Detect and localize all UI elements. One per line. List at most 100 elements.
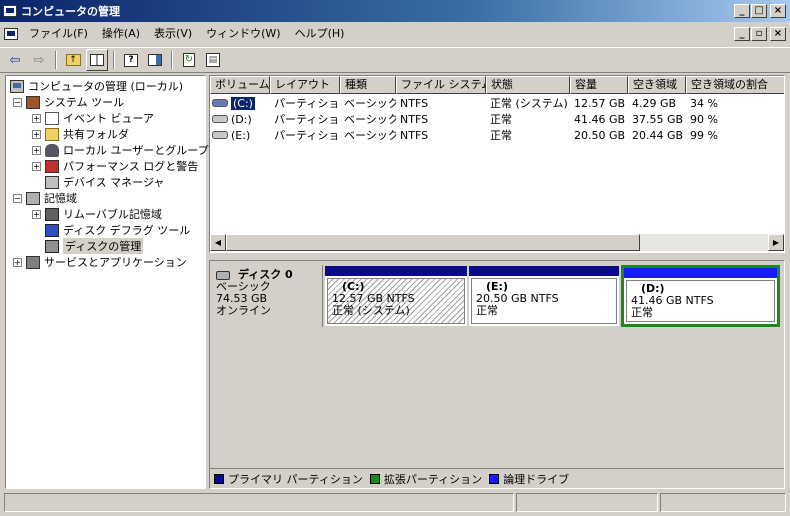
services-icon bbox=[26, 255, 40, 269]
menu-bar: ファイル(F) 操作(A) 表示(V) ウィンドウ(W) ヘルプ(H) bbox=[0, 23, 790, 45]
caption-buttons: _ □ × bbox=[734, 4, 786, 18]
cell-filesystem: NTFS bbox=[400, 128, 429, 142]
partition-d[interactable]: (D:) 41.46 GB NTFS 正常 bbox=[621, 265, 780, 327]
legend-label: 論理ドライブ bbox=[503, 472, 570, 486]
column-header-free-space[interactable]: 空き領域 bbox=[628, 76, 686, 94]
tree-item-services[interactable]: + サービスとアプリケーション bbox=[13, 254, 187, 270]
partition-status: 正常 bbox=[631, 306, 653, 319]
menu-action[interactable]: 操作(A) bbox=[95, 24, 147, 44]
partition-c[interactable]: (C:) 12.57 GB NTFS 正常 (システム) bbox=[325, 266, 467, 326]
menu-view[interactable]: 表示(V) bbox=[147, 24, 199, 44]
tree-item-local-users[interactable]: + ローカル ユーザーとグループ bbox=[32, 142, 209, 158]
computer-management-icon bbox=[3, 5, 17, 17]
refresh-icon[interactable]: ↻ bbox=[178, 49, 200, 71]
expand-toggle[interactable]: + bbox=[32, 129, 41, 139]
tree-item-label: ディスク デフラグ ツール bbox=[63, 224, 191, 237]
column-header-layout[interactable]: レイアウト bbox=[270, 76, 340, 94]
cell-type: ベーシック bbox=[344, 129, 396, 142]
tree-item-storage[interactable]: − 記憶域 bbox=[13, 190, 77, 206]
partition-type-bar bbox=[624, 268, 777, 278]
partition-e[interactable]: (E:) 20.50 GB NTFS 正常 bbox=[469, 266, 619, 326]
performance-icon bbox=[45, 159, 59, 173]
cell-capacity: 41.46 GB bbox=[574, 112, 626, 126]
forward-arrow-icon[interactable]: ⇨ bbox=[28, 49, 50, 71]
table-row[interactable]: (D:) パーティション ベーシック NTFS 正常 41.46 GB 37.5… bbox=[210, 111, 784, 127]
mdi-restore-button[interactable]: ▫ bbox=[751, 27, 767, 41]
table-row[interactable]: (E:) パーティション ベーシック NTFS 正常 20.50 GB 20.4… bbox=[210, 127, 784, 143]
tree-item-label: 記憶域 bbox=[44, 192, 77, 205]
tree-item-perf-logs[interactable]: + パフォーマンス ログと警告 bbox=[32, 158, 198, 174]
volume-icon bbox=[212, 115, 228, 123]
volume-icon bbox=[212, 99, 228, 107]
scroll-thumb[interactable] bbox=[226, 234, 640, 251]
volume-name: (C:) bbox=[231, 96, 255, 110]
mdi-close-button[interactable]: × bbox=[770, 27, 786, 41]
expand-toggle[interactable]: + bbox=[13, 257, 22, 267]
scroll-right-button[interactable]: ▶ bbox=[768, 234, 784, 251]
cell-status: 正常 bbox=[490, 113, 512, 126]
up-folder-icon[interactable]: ↑ bbox=[62, 49, 84, 71]
console-tree: コンピュータの管理 (ローカル) − システム ツール + イベント ビューア … bbox=[5, 75, 209, 489]
minimize-button[interactable]: _ bbox=[734, 4, 750, 18]
expand-toggle[interactable]: + bbox=[32, 161, 41, 171]
horizontal-scrollbar[interactable]: ◀ ▶ bbox=[210, 234, 784, 251]
table-row[interactable]: (C:) パーティション ベーシック NTFS 正常 (システム) 12.57 … bbox=[210, 95, 784, 111]
close-button[interactable]: × bbox=[770, 4, 786, 18]
tree-item-label: デバイス マネージャ bbox=[63, 176, 165, 189]
column-header-type[interactable]: 種類 bbox=[340, 76, 396, 94]
cell-status: 正常 (システム) bbox=[490, 97, 568, 110]
system-tools-icon bbox=[26, 95, 40, 109]
legend-swatch bbox=[369, 473, 380, 484]
tree-item-label: リムーバブル記憶域 bbox=[63, 208, 162, 221]
storage-icon bbox=[26, 191, 40, 205]
column-header-free-percent[interactable]: 空き領域の割合 bbox=[686, 76, 784, 94]
menu-help[interactable]: ヘルプ(H) bbox=[288, 24, 352, 44]
tree-item-defrag[interactable]: ディスク デフラグ ツール bbox=[45, 222, 190, 238]
export-icon[interactable]: ▤ bbox=[202, 49, 224, 71]
removable-storage-icon bbox=[45, 207, 59, 221]
status-pane-3 bbox=[660, 493, 786, 512]
expand-toggle[interactable]: + bbox=[32, 113, 41, 123]
partition-body: (C:) 12.57 GB NTFS 正常 (システム) bbox=[327, 278, 465, 324]
maximize-button[interactable]: □ bbox=[751, 4, 767, 18]
cell-free-percent: 34 % bbox=[690, 96, 718, 110]
expand-toggle[interactable]: + bbox=[32, 145, 41, 155]
users-icon bbox=[45, 143, 59, 157]
mdi-minimize-button[interactable]: _ bbox=[734, 27, 750, 41]
tree-item-disk-management[interactable]: ディスクの管理 bbox=[45, 238, 144, 254]
title-bar[interactable]: コンピュータの管理 bbox=[0, 0, 790, 22]
volume-name: (E:) bbox=[231, 128, 251, 142]
column-header-capacity[interactable]: 容量 bbox=[570, 76, 628, 94]
scroll-left-button[interactable]: ◀ bbox=[210, 234, 226, 251]
volume-icon bbox=[212, 131, 228, 139]
tree-item-event-viewer[interactable]: + イベント ビューア bbox=[32, 110, 154, 126]
list-header: ボリューム レイアウト 種類 ファイル システム 状態 容量 空き領域 空き領域… bbox=[210, 76, 784, 94]
defrag-icon bbox=[45, 223, 59, 237]
column-header-status[interactable]: 状態 bbox=[486, 76, 570, 94]
show-tree-icon[interactable] bbox=[86, 49, 108, 71]
column-header-filesystem[interactable]: ファイル システム bbox=[396, 76, 486, 94]
tree-item-root[interactable]: コンピュータの管理 (ローカル) bbox=[10, 78, 183, 94]
legend-swatch bbox=[489, 473, 500, 484]
collapse-toggle[interactable]: − bbox=[13, 193, 22, 203]
tree-item-label: パフォーマンス ログと警告 bbox=[63, 160, 199, 173]
menu-file[interactable]: ファイル(F) bbox=[22, 24, 95, 44]
event-viewer-icon bbox=[45, 111, 59, 125]
menu-window[interactable]: ウィンドウ(W) bbox=[199, 24, 287, 44]
disk-info[interactable]: ディスク 0 ベーシック 74.53 GB オンライン bbox=[210, 265, 323, 327]
cell-capacity: 12.57 GB bbox=[574, 96, 626, 110]
tree-item-shared-folders[interactable]: + 共有フォルダ bbox=[32, 126, 129, 142]
column-header-volume[interactable]: ボリューム bbox=[210, 76, 270, 94]
properties-icon[interactable]: ? bbox=[120, 49, 142, 71]
tree-item-device-manager[interactable]: デバイス マネージャ bbox=[45, 174, 164, 190]
tree-item-removable-storage[interactable]: + リムーバブル記憶域 bbox=[32, 206, 162, 222]
mdi-window-icon[interactable] bbox=[4, 28, 18, 40]
volume-name: (D:) bbox=[231, 112, 252, 126]
collapse-toggle[interactable]: − bbox=[13, 97, 22, 107]
tree-item-system-tools[interactable]: − システム ツール bbox=[13, 94, 124, 110]
cell-free-space: 37.55 GB bbox=[632, 112, 684, 126]
help-icon[interactable] bbox=[144, 49, 166, 71]
back-arrow-icon[interactable]: ⇦ bbox=[4, 49, 26, 71]
cell-free-space: 20.44 GB bbox=[632, 128, 684, 142]
expand-toggle[interactable]: + bbox=[32, 209, 41, 219]
